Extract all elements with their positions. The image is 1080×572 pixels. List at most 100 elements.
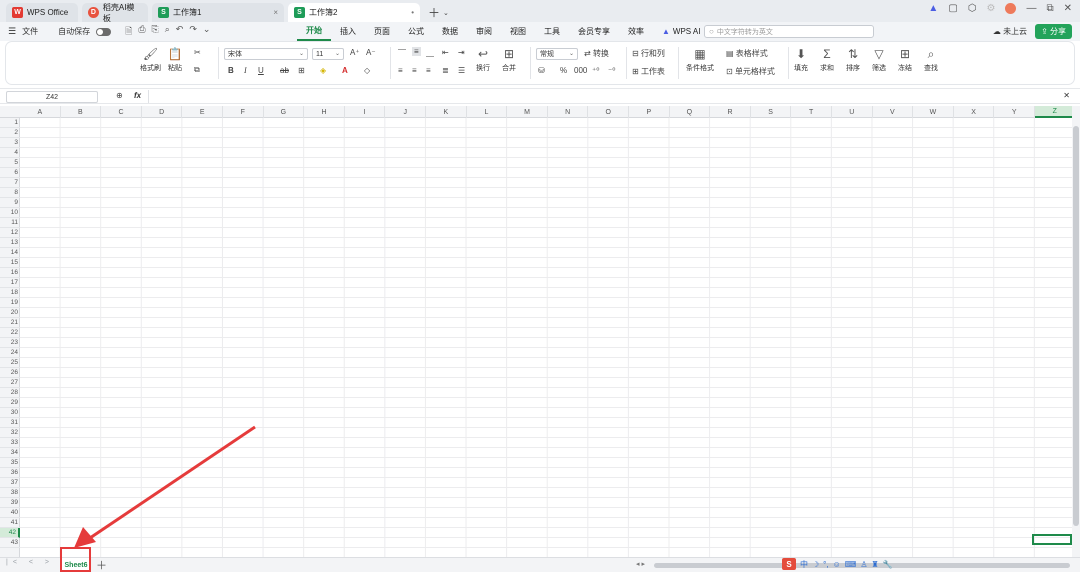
row-header[interactable]: 21	[0, 318, 20, 328]
column-header[interactable]: X	[954, 106, 995, 118]
filter-button[interactable]: ▽ 筛选	[872, 47, 886, 73]
align-left-icon[interactable]: ≡	[398, 66, 403, 75]
column-header[interactable]: Q	[670, 106, 711, 118]
tab-workbook1[interactable]: S 工作簿1 ×	[152, 3, 284, 22]
row-header[interactable]: 25	[0, 358, 20, 368]
row-header[interactable]: 28	[0, 388, 20, 398]
format-painter-button[interactable]: 🖌 格式刷	[140, 47, 161, 73]
column-header[interactable]: G	[264, 106, 305, 118]
vertical-scrollbar[interactable]	[1072, 106, 1080, 557]
smile-icon[interactable]: ☺	[833, 560, 841, 569]
decrease-decimal-icon[interactable]: ⁻⁰	[608, 66, 615, 75]
cloud-status[interactable]: ☁ 未上云	[993, 26, 1027, 37]
row-header[interactable]: 12	[0, 228, 20, 238]
row-header[interactable]: 15	[0, 258, 20, 268]
new-tab-button[interactable]: ＋ ⌄	[428, 3, 449, 22]
row-header[interactable]: 17	[0, 278, 20, 288]
column-header[interactable]: N	[548, 106, 589, 118]
row-header[interactable]: 42	[0, 528, 20, 538]
row-header[interactable]: 9	[0, 198, 20, 208]
row-header[interactable]: 6	[0, 168, 20, 178]
selected-cell[interactable]	[1032, 534, 1072, 545]
avatar[interactable]	[1005, 3, 1017, 14]
column-header[interactable]: A	[20, 106, 61, 118]
copy-icon[interactable]: ⧉	[194, 65, 200, 75]
wrap-button[interactable]: ↩ 换行	[476, 47, 490, 73]
column-header[interactable]: I	[345, 106, 386, 118]
italic-button[interactable]: I	[244, 66, 247, 75]
zoom-icon[interactable]: ⊕	[116, 91, 123, 100]
expand-formula-icon[interactable]: ✕	[1063, 91, 1070, 100]
align-bottom-icon[interactable]: ⎽	[426, 48, 434, 58]
row-header[interactable]: 19	[0, 298, 20, 308]
clear-format-icon[interactable]: ◇	[364, 66, 370, 75]
worksheet-button[interactable]: ⊞ 工作表	[632, 66, 665, 77]
row-header[interactable]: 27	[0, 378, 20, 388]
justify-icon[interactable]: ≣	[442, 66, 449, 75]
search-input[interactable]: ○ 中文字符转为英文	[704, 25, 874, 38]
sogou-icon[interactable]: S	[782, 558, 796, 570]
maximize-icon[interactable]: ⧉	[1046, 3, 1053, 14]
save-icon[interactable]: 🗎	[125, 24, 132, 40]
tab-workbook2[interactable]: S 工作簿2 •	[288, 3, 420, 22]
row-header[interactable]: 39	[0, 498, 20, 508]
distributed-icon[interactable]: ☰	[458, 66, 465, 75]
column-header[interactable]: E	[182, 106, 223, 118]
row-header[interactable]: 29	[0, 398, 20, 408]
strikethrough-icon[interactable]: ab	[280, 66, 289, 75]
number-format-select[interactable]: 常规 ⌄	[536, 48, 578, 60]
cell-style-button[interactable]: ⊡ 单元格样式	[726, 66, 775, 77]
align-right-icon[interactable]: ≡	[426, 66, 431, 75]
column-header[interactable]: K	[426, 106, 467, 118]
convert-button[interactable]: ⇄ 转换	[584, 48, 609, 59]
find-button[interactable]: ⌕ 查找	[924, 47, 938, 73]
row-header[interactable]: 13	[0, 238, 20, 248]
row-header[interactable]: 32	[0, 428, 20, 438]
row-header[interactable]: 41	[0, 518, 20, 528]
row-header[interactable]: 24	[0, 348, 20, 358]
font-color-icon[interactable]: A	[342, 66, 348, 75]
share-button[interactable]: ⇪ 分享	[1035, 24, 1072, 39]
undo-icon[interactable]: ↶	[176, 24, 184, 40]
restore-icon[interactable]: ▢	[948, 3, 957, 14]
increase-decimal-icon[interactable]: ⁺⁰	[592, 66, 599, 75]
row-col-button[interactable]: ⊟ 行和列	[632, 48, 665, 59]
tab-wps-ai[interactable]: ▲ WPS AI	[653, 22, 709, 41]
table-style-button[interactable]: ▤ 表格样式	[726, 48, 768, 59]
merge-button[interactable]: ⊞ 合并	[502, 47, 516, 73]
preview-icon[interactable]: ⌕	[165, 24, 170, 40]
autosave-toggle[interactable]	[96, 27, 112, 36]
tab-insert[interactable]: 插入	[331, 22, 365, 41]
row-header[interactable]: 33	[0, 438, 20, 448]
row-header[interactable]: 3	[0, 138, 20, 148]
print-icon[interactable]: ⎘	[152, 24, 159, 40]
freeze-button[interactable]: ⊞ 冻结	[898, 47, 912, 73]
tab-home[interactable]: 开始	[297, 22, 331, 41]
row-header[interactable]: 7	[0, 178, 20, 188]
align-center-icon[interactable]: ≡	[412, 66, 417, 75]
row-header[interactable]: 38	[0, 488, 20, 498]
wrench-icon[interactable]: 🔧	[883, 560, 893, 569]
conditional-format-button[interactable]: ▦ 条件格式	[686, 47, 714, 73]
cell-area[interactable]	[20, 118, 1072, 557]
underline-button[interactable]: U	[258, 66, 264, 75]
moon-icon[interactable]: ☽	[812, 560, 819, 569]
column-header[interactable]: D	[142, 106, 183, 118]
pdf-icon[interactable]: ⎙	[138, 24, 145, 40]
tab-view[interactable]: 视图	[501, 22, 535, 41]
ai-icon[interactable]: ▲	[928, 3, 938, 14]
column-header[interactable]: B	[61, 106, 102, 118]
tab-page[interactable]: 页面	[365, 22, 399, 41]
punct-icon[interactable]: °,	[823, 560, 828, 569]
column-header[interactable]: P	[629, 106, 670, 118]
redo-icon[interactable]: ↷	[189, 24, 197, 40]
shirt-icon[interactable]: ♜	[871, 560, 878, 569]
tab-review[interactable]: 审阅	[467, 22, 501, 41]
fill-button[interactable]: ⬇ 填充	[794, 47, 808, 73]
formula-input[interactable]	[148, 90, 1070, 103]
chevron-down-icon[interactable]: ⌄	[203, 24, 211, 40]
align-top-icon[interactable]: ⎺	[398, 48, 406, 58]
bold-button[interactable]: B	[228, 66, 234, 75]
row-header[interactable]: 34	[0, 448, 20, 458]
minimize-icon[interactable]: —	[1026, 3, 1036, 14]
